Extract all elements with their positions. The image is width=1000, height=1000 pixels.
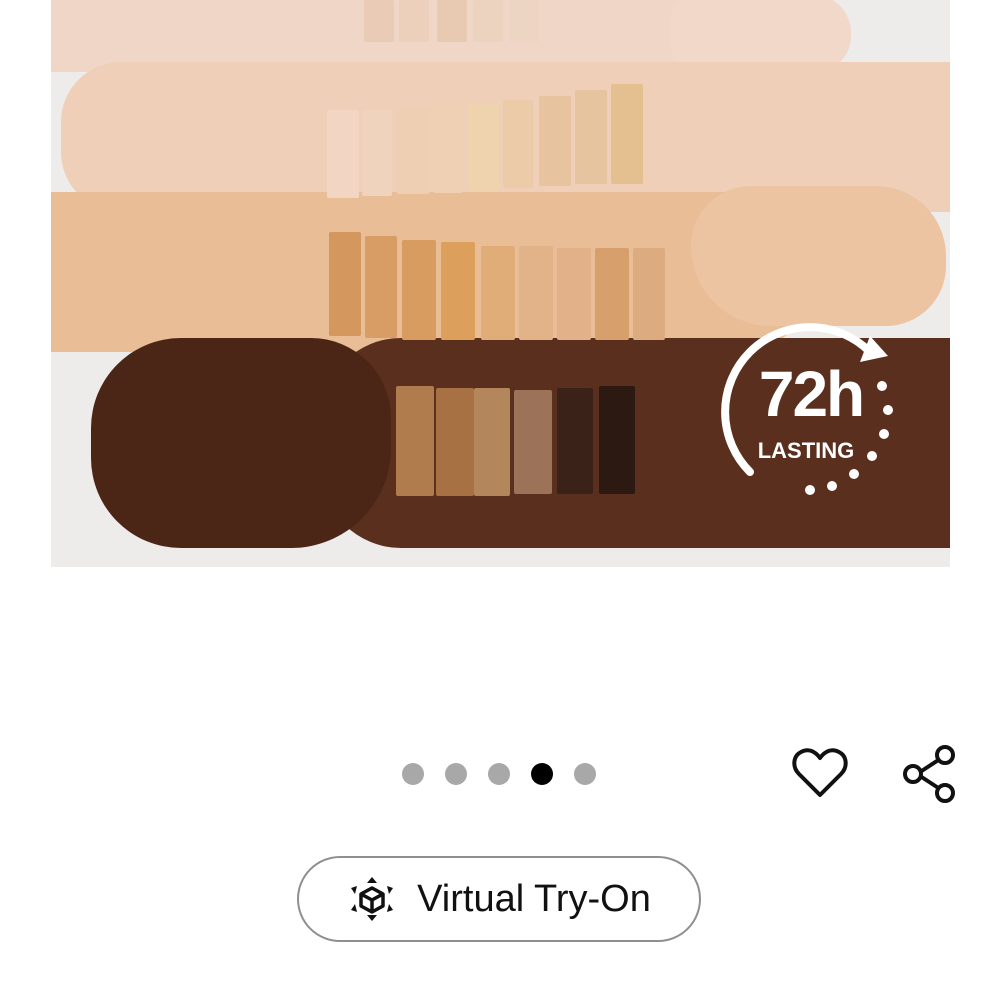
share-button[interactable]	[897, 742, 961, 806]
carousel-dot[interactable]	[488, 763, 510, 785]
badge-value: 72h	[758, 358, 865, 430]
carousel-dot-active[interactable]	[531, 763, 553, 785]
virtual-try-on-button[interactable]: Virtual Try-On	[297, 856, 701, 942]
share-icon	[903, 745, 955, 803]
carousel-dot[interactable]	[445, 763, 467, 785]
heart-icon	[792, 748, 848, 797]
virtual-try-on-label: Virtual Try-On	[417, 877, 651, 920]
carousel-dot[interactable]	[574, 763, 596, 785]
carousel-dot[interactable]	[402, 763, 424, 785]
ar-cube-icon	[351, 877, 394, 921]
hand-deep	[91, 338, 391, 548]
hand-medium	[691, 186, 946, 326]
badge-caption: LASTING	[757, 438, 855, 463]
carousel-pagination	[402, 763, 596, 785]
wishlist-button[interactable]	[788, 742, 852, 806]
